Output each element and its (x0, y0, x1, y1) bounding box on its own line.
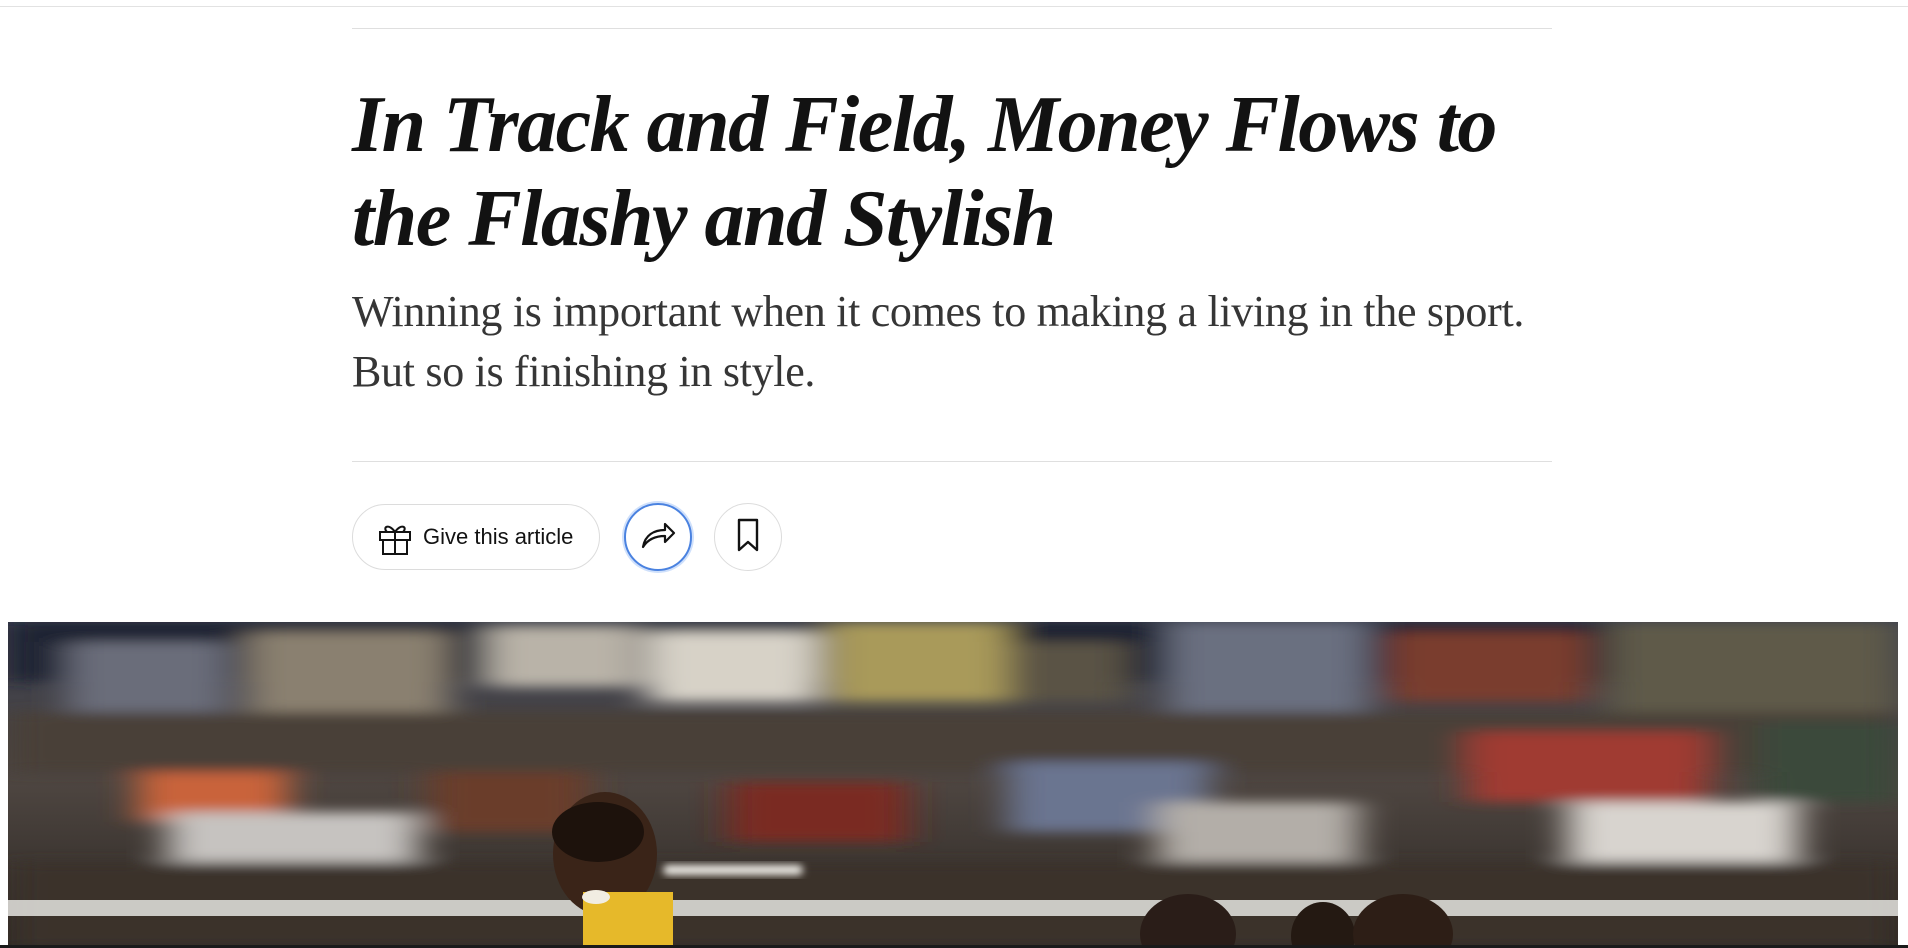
gift-icon (375, 517, 415, 557)
share-button[interactable] (624, 503, 692, 571)
header-divider (352, 28, 1552, 29)
hero-image (8, 622, 1898, 948)
bookmark-icon (733, 517, 763, 558)
give-article-button[interactable]: Give this article (352, 504, 600, 570)
article-summary: Winning is important when it comes to ma… (352, 287, 1525, 396)
article-toolbar: Give this article (352, 503, 782, 571)
summary-divider (352, 461, 1552, 462)
save-button[interactable] (714, 503, 782, 571)
give-article-label: Give this article (423, 524, 574, 549)
article-headline: In Track and Field, Money Flows to the F… (352, 81, 1497, 263)
top-border (0, 6, 1908, 7)
share-arrow-icon (638, 515, 678, 560)
